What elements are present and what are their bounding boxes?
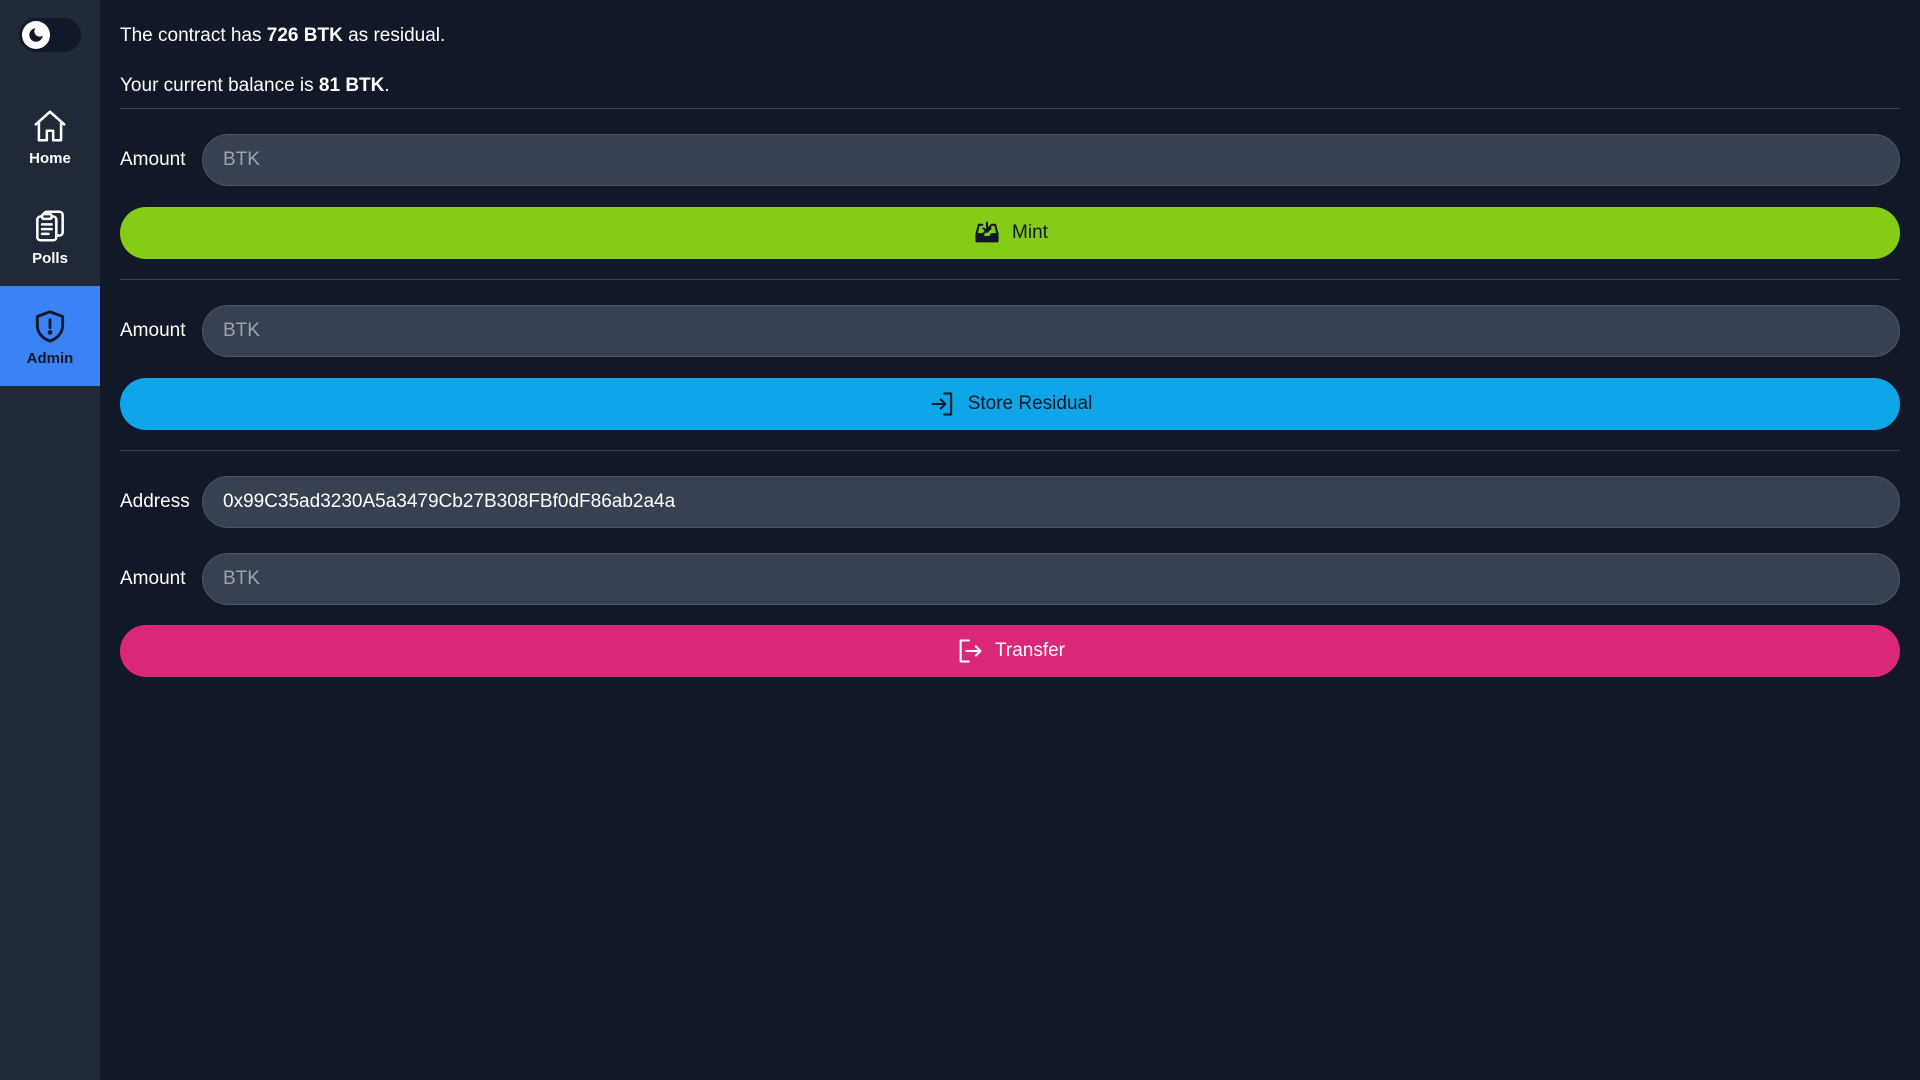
balance-prefix: Your current balance is <box>120 75 319 96</box>
transfer-address-label: Address <box>120 491 190 512</box>
app-root: Home Polls Admin The contract has 726 BT… <box>0 0 1920 1080</box>
sidebar-item-admin[interactable]: Admin <box>0 286 100 386</box>
transfer-amount-label: Amount <box>120 568 186 589</box>
mint-button[interactable]: Mint <box>120 207 1900 259</box>
residual-prefix: The contract has <box>120 25 267 46</box>
home-icon <box>30 106 70 146</box>
transfer-button[interactable]: Transfer <box>120 625 1900 677</box>
sidebar-item-home[interactable]: Home <box>0 86 100 186</box>
balance-info: Your current balance is 81 BTK. <box>120 74 1900 98</box>
sidebar-item-label: Home <box>29 149 71 167</box>
divider <box>120 108 1900 109</box>
logout-icon <box>955 636 985 666</box>
residual-value: 726 BTK <box>266 25 343 46</box>
mint-button-label: Mint <box>1012 222 1048 243</box>
sidebar-item-polls[interactable]: Polls <box>0 186 100 286</box>
login-icon <box>928 389 958 419</box>
residual-info: The contract has 726 BTK as residual. <box>120 24 1900 48</box>
sidebar-item-label: Admin <box>26 349 74 367</box>
clipboard-icon <box>30 206 70 246</box>
sidebar: Home Polls Admin <box>0 0 100 1080</box>
transfer-amount-input[interactable] <box>202 553 1900 605</box>
shield-alert-icon <box>30 306 70 346</box>
store-amount-label: Amount <box>120 320 186 341</box>
transfer-address-row: Address <box>120 476 1900 528</box>
divider <box>120 279 1900 280</box>
admin-panel: The contract has 726 BTK as residual. Yo… <box>100 0 1920 1080</box>
mint-amount-label: Amount <box>120 149 186 170</box>
inbox-download-icon <box>972 218 1002 248</box>
balance-suffix: . <box>384 75 390 96</box>
mint-amount-row: Amount <box>120 134 1900 186</box>
store-amount-row: Amount <box>120 305 1900 357</box>
sidebar-nav: Home Polls Admin <box>0 86 100 386</box>
store-residual-button-label: Store Residual <box>967 393 1093 414</box>
transfer-button-label: Transfer <box>994 640 1066 661</box>
divider <box>120 450 1900 451</box>
store-amount-input[interactable] <box>202 305 1900 357</box>
balance-value: 81 BTK <box>318 75 385 96</box>
moon-icon <box>29 28 43 42</box>
store-residual-button[interactable]: Store Residual <box>120 378 1900 430</box>
transfer-amount-row: Amount <box>120 553 1900 605</box>
theme-toggle[interactable] <box>19 18 81 52</box>
transfer-address-input[interactable] <box>202 476 1900 528</box>
theme-toggle-knob <box>22 21 50 49</box>
sidebar-item-label: Polls <box>32 249 68 267</box>
residual-suffix: as residual. <box>342 25 446 46</box>
mint-amount-input[interactable] <box>202 134 1900 186</box>
